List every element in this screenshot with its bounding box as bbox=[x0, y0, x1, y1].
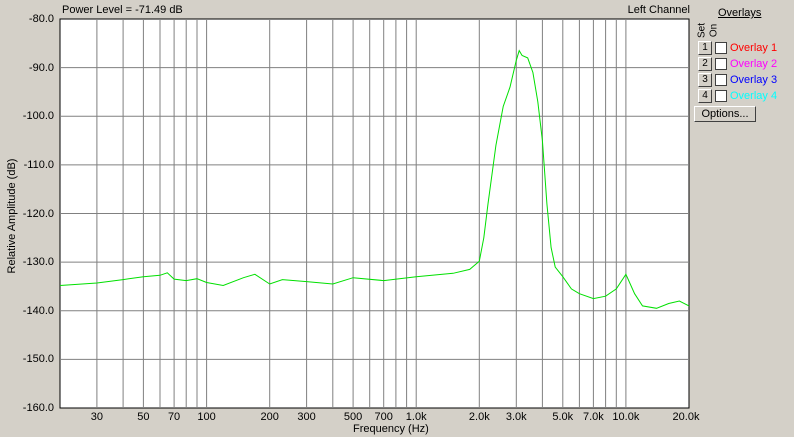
y-axis-label: Relative Amplitude (dB) bbox=[6, 158, 18, 274]
y-tick-label: -100.0 bbox=[22, 110, 54, 123]
overlay-1-set-button[interactable]: 1 bbox=[698, 41, 712, 55]
x-tick-label: 200 bbox=[260, 411, 279, 423]
set-column-header: Set bbox=[696, 23, 708, 39]
x-tick-label: 300 bbox=[297, 411, 316, 423]
x-axis-label: Frequency (Hz) bbox=[353, 423, 429, 435]
y-tick-label: -150.0 bbox=[22, 353, 54, 366]
x-tick-label: 30 bbox=[90, 411, 104, 423]
overlay-row-2: 2 Overlay 2 bbox=[698, 57, 794, 71]
overlays-title: Overlays bbox=[718, 7, 762, 19]
y-tick-label: -80.0 bbox=[28, 13, 54, 25]
overlay-1-checkbox[interactable] bbox=[715, 42, 727, 54]
y-tick-label: -140.0 bbox=[22, 304, 54, 317]
x-tick-label: 500 bbox=[343, 411, 363, 423]
overlay-4-checkbox[interactable] bbox=[715, 90, 727, 102]
x-tick-label: 70 bbox=[167, 411, 181, 423]
overlay-row-1: 1 Overlay 1 bbox=[698, 41, 794, 55]
overlay-row-3: 3 Overlay 3 bbox=[698, 73, 794, 87]
channel-label: Left Channel bbox=[627, 4, 690, 16]
x-tick-label: 50 bbox=[137, 411, 150, 423]
audio-spectrum-window: Power Level = -71.49 dB Left Channel -80… bbox=[0, 0, 794, 437]
overlay-3-label: Overlay 3 bbox=[730, 74, 778, 86]
overlay-3-checkbox[interactable] bbox=[715, 74, 727, 86]
overlay-4-set-button[interactable]: 4 bbox=[698, 89, 712, 103]
power-level-readout: Power Level = -71.49 dB bbox=[62, 4, 183, 16]
x-tick-label: 1.0k bbox=[405, 411, 427, 423]
spectrum-chart bbox=[59, 18, 690, 409]
on-column-header: On bbox=[708, 23, 720, 38]
overlay-2-checkbox[interactable] bbox=[715, 58, 727, 70]
y-tick-label: -160.0 bbox=[22, 402, 54, 414]
overlay-1-label: Overlay 1 bbox=[730, 42, 778, 54]
x-tick-label: 3.0k bbox=[505, 411, 527, 423]
overlay-row-4: 4 Overlay 4 bbox=[698, 89, 794, 103]
x-tick-label: 7.0k bbox=[583, 411, 604, 423]
x-tick-label: 2.0k bbox=[468, 411, 490, 423]
overlay-2-set-button[interactable]: 2 bbox=[698, 57, 712, 71]
x-tick-label: 10.0k bbox=[612, 411, 640, 423]
x-tick-label: 700 bbox=[374, 411, 393, 423]
overlay-3-set-button[interactable]: 3 bbox=[698, 73, 712, 87]
overlay-4-label: Overlay 4 bbox=[730, 90, 778, 102]
options-button[interactable]: Options... bbox=[694, 106, 756, 122]
overlay-2-label: Overlay 2 bbox=[730, 58, 778, 70]
x-tick-label: 5.0k bbox=[552, 411, 574, 423]
overlay-panel: Overlays Set On 1 Overlay 1 2 Overlay 2 … bbox=[692, 0, 794, 437]
y-tick-label: -90.0 bbox=[28, 61, 54, 74]
x-tick-label: 100 bbox=[197, 411, 216, 423]
